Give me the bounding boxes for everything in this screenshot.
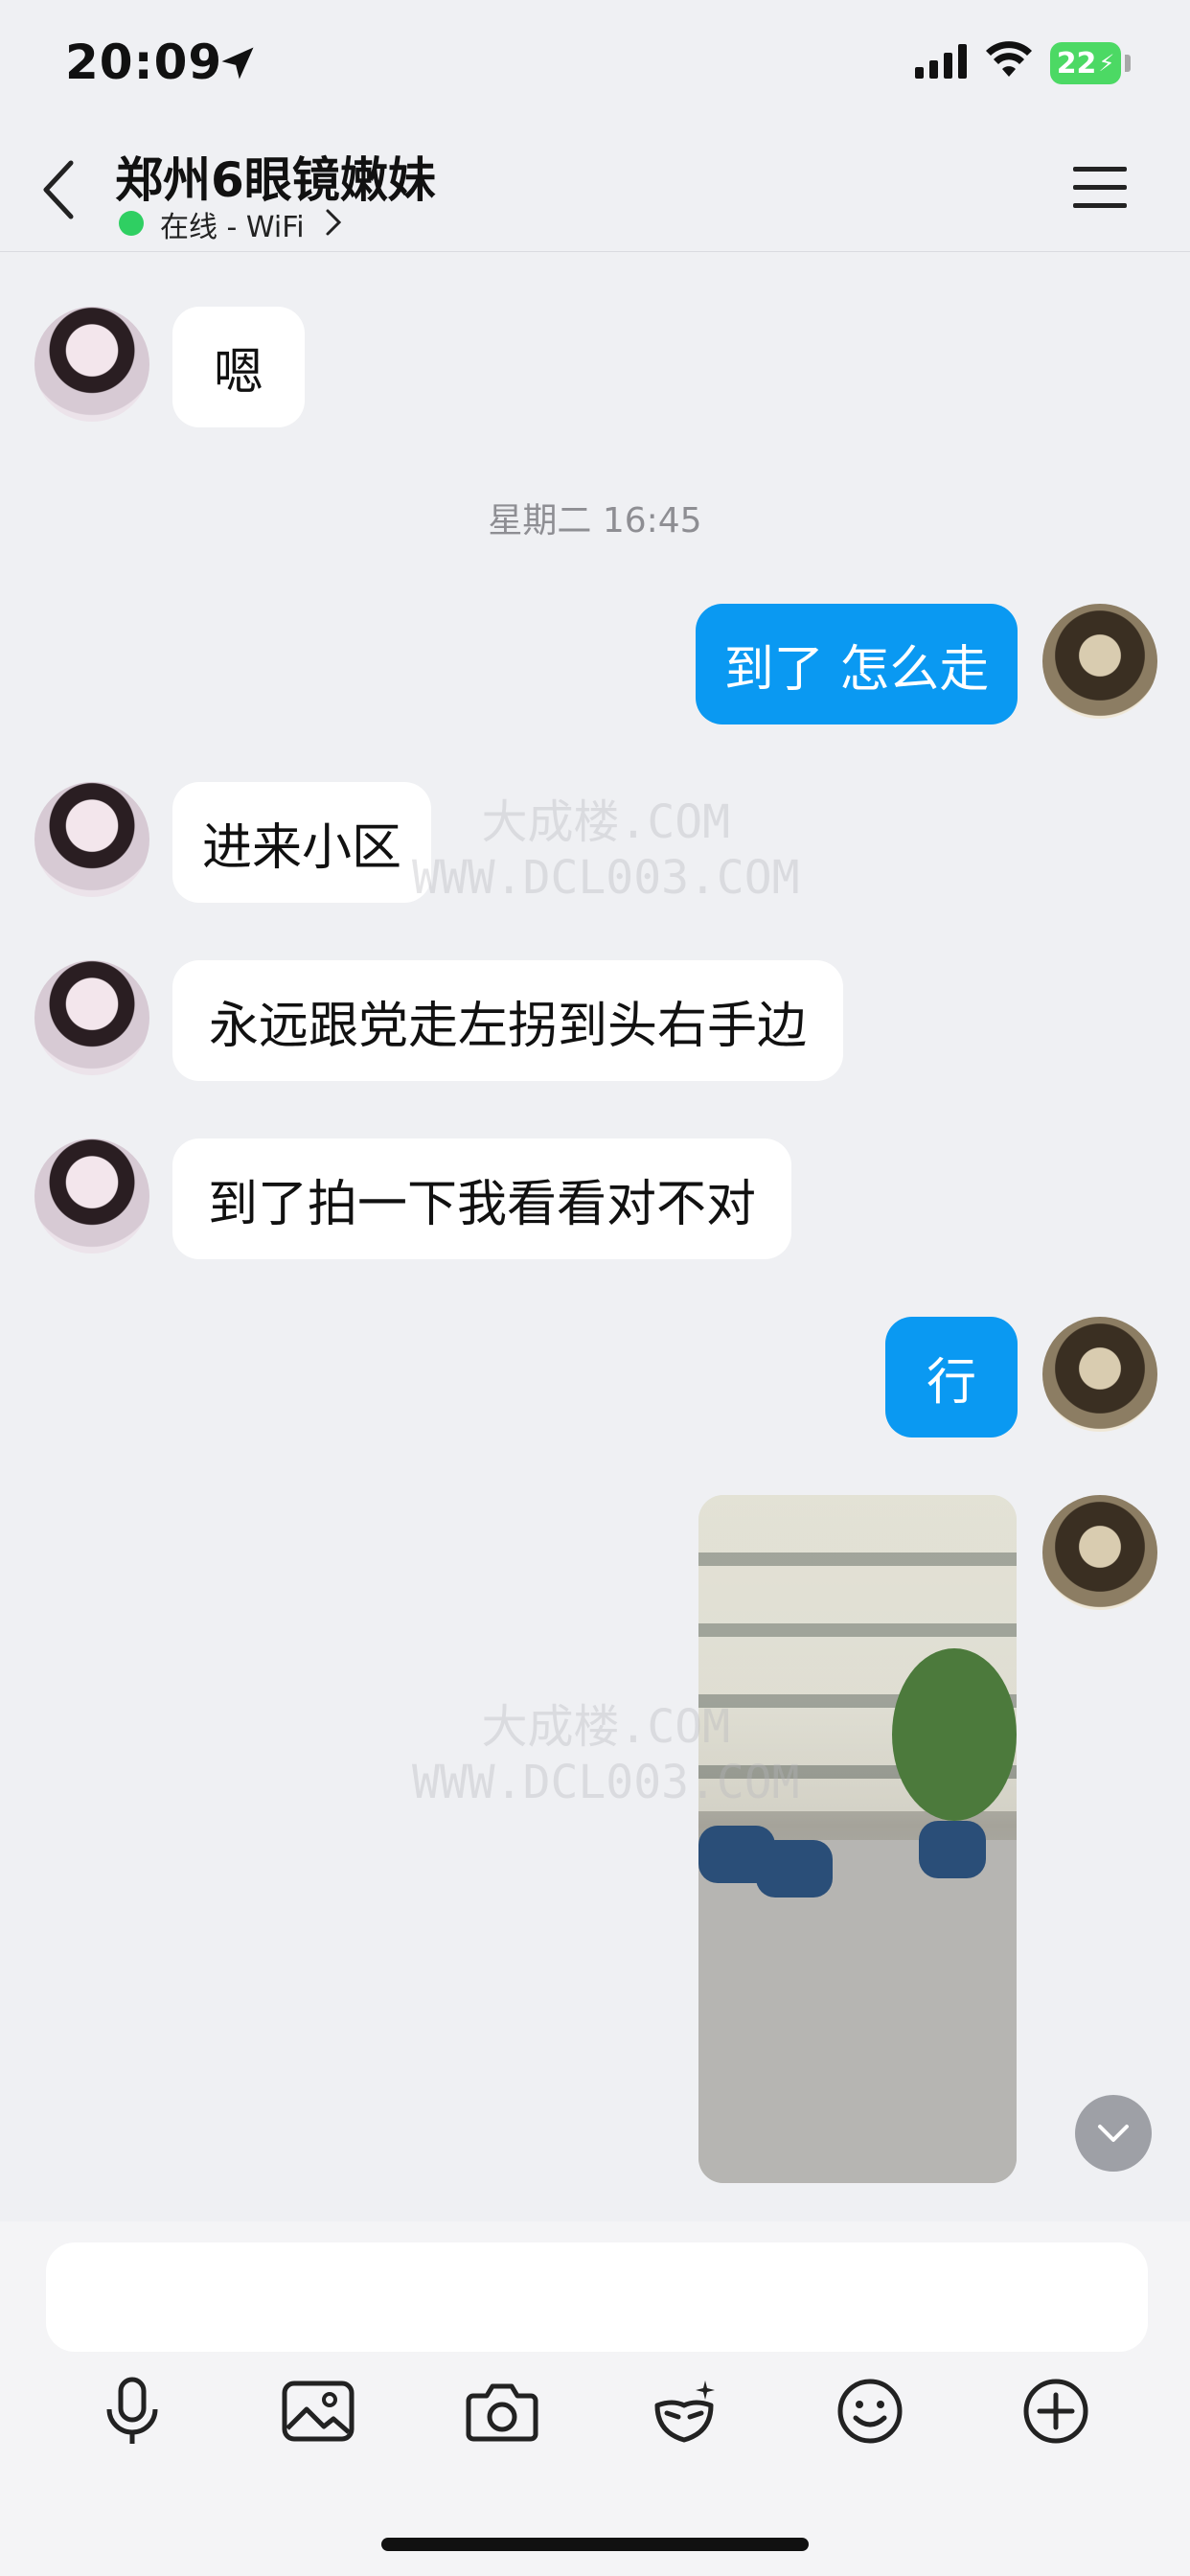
chevron-right-icon[interactable] — [324, 207, 343, 238]
message-bubble[interactable]: 到了 怎么走 — [696, 604, 1018, 724]
online-status-text[interactable]: 在线 - WiFi — [160, 203, 305, 245]
my-avatar[interactable] — [1042, 1495, 1157, 1610]
gallery-button[interactable] — [272, 2365, 364, 2457]
message-bubble[interactable]: 到了拍一下我看看对不对 — [172, 1138, 791, 1259]
photo-road — [698, 1840, 1017, 2183]
watermark: 大成楼.COM WWW.DCL003.COM — [412, 1700, 800, 1810]
message-bubble[interactable]: 嗯 — [172, 307, 305, 427]
emoji-icon — [837, 2379, 903, 2444]
peer-avatar[interactable] — [34, 1138, 149, 1254]
home-indicator[interactable] — [381, 2538, 809, 2551]
plus-icon — [1023, 2379, 1088, 2444]
status-time: 20:09 — [65, 34, 223, 90]
microphone-icon — [106, 2377, 158, 2444]
chat-title[interactable]: 郑州6眼镜嫩妹 — [115, 142, 436, 211]
camera-icon — [466, 2383, 538, 2442]
watermark-line: WWW.DCL003.COM — [412, 1755, 800, 1809]
watermark-line: 大成楼.COM — [481, 795, 731, 849]
peer-avatar[interactable] — [34, 307, 149, 422]
my-avatar[interactable] — [1042, 604, 1157, 719]
charging-bolt-icon: ⚡ — [1098, 50, 1115, 77]
cellular-signal-icon — [915, 44, 967, 79]
more-button[interactable] — [1010, 2365, 1102, 2457]
emoji-button[interactable] — [824, 2365, 916, 2457]
chat-header: 郑州6眼镜嫩妹 在线 - WiFi — [0, 125, 1190, 252]
battery-indicator: 22 ⚡ — [1050, 42, 1121, 84]
battery-cap — [1125, 55, 1131, 72]
wifi-icon — [986, 41, 1032, 77]
photo-message[interactable] — [698, 1495, 1017, 2183]
message-bubble[interactable]: 进来小区 — [172, 782, 431, 903]
scroll-to-bottom-button[interactable] — [1075, 2095, 1152, 2172]
message-bubble[interactable]: 行 — [885, 1317, 1018, 1438]
battery-level: 22 — [1056, 46, 1097, 80]
message-bubble[interactable]: 永远跟党走左拐到头右手边 — [172, 960, 843, 1081]
photo-scooter — [919, 1821, 986, 1878]
composer — [0, 2221, 1190, 2576]
sticker-icon — [654, 2380, 715, 2443]
menu-icon[interactable] — [1073, 165, 1127, 211]
peer-avatar[interactable] — [34, 782, 149, 897]
back-chevron-icon[interactable] — [38, 159, 80, 220]
watermark-line: WWW.DCL003.COM — [412, 850, 800, 905]
location-arrow-icon — [221, 47, 254, 80]
chevron-down-icon — [1098, 2125, 1129, 2142]
sticker-button[interactable] — [638, 2365, 730, 2457]
image-icon — [282, 2380, 355, 2442]
peer-avatar[interactable] — [34, 960, 149, 1075]
online-status-dot — [119, 211, 144, 236]
my-avatar[interactable] — [1042, 1317, 1157, 1432]
watermark-line: 大成楼.COM — [481, 1700, 731, 1754]
watermark: 大成楼.COM WWW.DCL003.COM — [412, 795, 800, 906]
camera-button[interactable] — [456, 2365, 548, 2457]
message-timestamp: 星期二 16:45 — [488, 501, 702, 540]
photo-scooter — [756, 1840, 833, 1898]
status-bar: 20:09 22 ⚡ — [0, 0, 1190, 125]
photo-tree — [892, 1648, 1017, 1821]
voice-button[interactable] — [86, 2365, 178, 2457]
message-input[interactable] — [46, 2242, 1148, 2352]
